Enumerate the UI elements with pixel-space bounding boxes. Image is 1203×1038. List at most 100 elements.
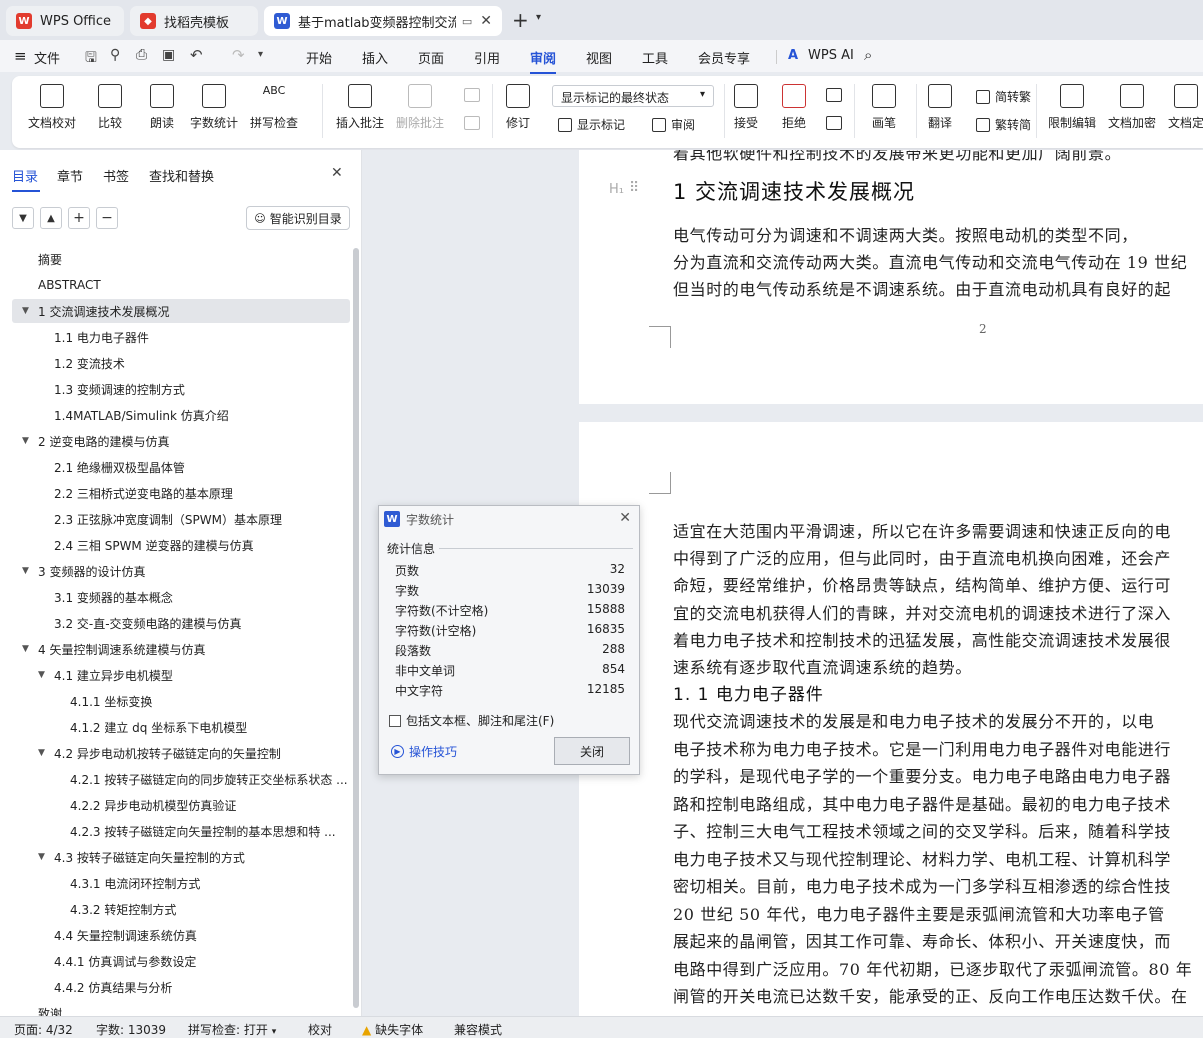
- toc-item[interactable]: 1.1 电力电子器件: [12, 325, 350, 349]
- close-icon[interactable]: ✕: [619, 510, 631, 526]
- expand-arrow-icon[interactable]: ▼: [38, 670, 52, 680]
- nav-tab-chapters[interactable]: 章节: [57, 166, 83, 185]
- tab-wps-office[interactable]: W WPS Office: [6, 6, 124, 36]
- prev-comment-icon[interactable]: [464, 88, 480, 102]
- undo-icon[interactable]: ↶: [190, 46, 203, 64]
- menu-wps-ai[interactable]: WPS AI: [808, 48, 854, 63]
- expand-arrow-icon[interactable]: ▼: [22, 436, 36, 446]
- toc-item[interactable]: 2.1 绝缘栅双极型晶体管: [12, 455, 350, 479]
- redo-icon[interactable]: ↷: [232, 46, 245, 64]
- expand-arrow-icon[interactable]: ▼: [38, 852, 52, 862]
- menu-home[interactable]: 开始: [306, 48, 332, 67]
- hamburger-icon[interactable]: ≡: [14, 47, 27, 65]
- accept-button[interactable]: 接受: [734, 84, 758, 131]
- word-count-button[interactable]: 字数统计: [190, 84, 238, 131]
- toc-item[interactable]: 2.4 三相 SPWM 逆变器的建模与仿真: [12, 533, 350, 557]
- toc-item[interactable]: 4.4 矢量控制调速系统仿真: [12, 923, 350, 947]
- add-heading-button[interactable]: +: [68, 207, 90, 229]
- word-count-indicator[interactable]: 字数: 13039: [96, 1021, 166, 1038]
- restrict-editing-button[interactable]: 限制编辑: [1048, 84, 1096, 131]
- heading-level-icon[interactable]: H₁: [609, 182, 624, 197]
- proofread-button[interactable]: 文档校对: [28, 84, 76, 131]
- proof-status[interactable]: 校对: [308, 1021, 332, 1038]
- toc-item[interactable]: ▼ 4.3 按转子磁链定向矢量控制的方式: [12, 845, 350, 869]
- nav-tab-bookmarks[interactable]: 书签: [103, 166, 129, 185]
- spell-check-status[interactable]: 拼写检查: 打开 ▾: [188, 1021, 276, 1038]
- save-icon[interactable]: 🖫: [85, 47, 97, 71]
- show-markup-button[interactable]: 显示标记: [558, 116, 625, 133]
- menu-page[interactable]: 页面: [418, 48, 444, 67]
- smart-toc-button[interactable]: ☺ 智能识别目录: [246, 206, 350, 230]
- toc-item[interactable]: 4.4.1 仿真调试与参数设定: [12, 949, 350, 973]
- page-indicator[interactable]: 页面: 4/32: [14, 1021, 73, 1038]
- share-icon[interactable]: ⚲: [110, 47, 120, 63]
- delete-comment-button[interactable]: 删除批注: [396, 84, 444, 131]
- chevron-down-icon[interactable]: ▾: [536, 12, 541, 23]
- spell-check-button[interactable]: ABC 拼写检查: [250, 84, 298, 131]
- toc-item[interactable]: 2.3 正弦脉冲宽度调制（SPWM）基本原理: [12, 507, 350, 531]
- menu-member[interactable]: 会员专享: [698, 48, 750, 67]
- drag-handle-icon[interactable]: ⠿: [629, 180, 639, 196]
- close-panel-icon[interactable]: ✕: [331, 165, 343, 181]
- tips-link[interactable]: ▶ 操作技巧: [391, 743, 457, 760]
- menu-tools[interactable]: 工具: [642, 48, 668, 67]
- print-icon[interactable]: ⎙: [136, 47, 147, 63]
- insert-comment-button[interactable]: 插入批注: [336, 84, 384, 131]
- menu-review[interactable]: 审阅: [530, 48, 557, 74]
- pen-button[interactable]: 画笔: [872, 84, 896, 131]
- prev-change-icon[interactable]: [826, 88, 842, 102]
- toc-item[interactable]: 4.2.1 按转子磁链定向的同步旋转正交坐标系状态 ...: [12, 767, 350, 791]
- close-tab-icon[interactable]: ✕: [480, 13, 492, 29]
- window-icon[interactable]: ▭: [462, 15, 472, 28]
- reject-button[interactable]: 拒绝: [782, 84, 806, 131]
- review-pane-button[interactable]: 审阅: [652, 116, 695, 133]
- next-comment-icon[interactable]: [464, 116, 480, 130]
- expand-arrow-icon[interactable]: ▼: [22, 566, 36, 576]
- toc-item[interactable]: ▼ 4.1 建立异步电机模型: [12, 663, 350, 687]
- collapse-all-button[interactable]: ▼: [12, 207, 34, 229]
- tab-document[interactable]: W 基于matlab变频器控制交流电 ▭ ✕: [264, 6, 502, 36]
- toc-item[interactable]: ▼ 3 变频器的设计仿真: [12, 559, 350, 583]
- missing-font-status[interactable]: ▲ 缺失字体: [362, 1021, 423, 1038]
- toc-item[interactable]: 3.2 交-直-交变频电路的建模与仿真: [12, 611, 350, 635]
- close-button[interactable]: 关闭: [554, 737, 630, 765]
- include-notes-checkbox[interactable]: 包括文本框、脚注和尾注(F): [389, 712, 554, 729]
- nav-tab-find-replace[interactable]: 查找和替换: [149, 166, 214, 185]
- toc-item[interactable]: 1.3 变频调速的控制方式: [12, 377, 350, 401]
- toc-item[interactable]: 3.1 变频器的基本概念: [12, 585, 350, 609]
- toc-item[interactable]: ▼ 1 交流调速技术发展概况: [12, 299, 350, 323]
- read-aloud-button[interactable]: 朗读: [150, 84, 174, 131]
- finalize-document-button[interactable]: 文档定: [1168, 84, 1203, 131]
- menu-view[interactable]: 视图: [586, 48, 612, 67]
- toc-item[interactable]: 4.1.2 建立 dq 坐标系下电机模型: [12, 715, 350, 739]
- trad-to-simp-button[interactable]: 繁转简: [976, 116, 1031, 133]
- tab-template[interactable]: ◆ 找稻壳模板: [130, 6, 258, 36]
- toc-item[interactable]: 4.3.2 转矩控制方式: [12, 897, 350, 921]
- print-preview-icon[interactable]: ▣: [162, 47, 175, 63]
- track-changes-button[interactable]: 修订: [506, 84, 530, 131]
- compare-button[interactable]: 比较: [98, 84, 122, 131]
- simp-to-trad-button[interactable]: 简转繁: [976, 88, 1031, 105]
- more-chevron-icon[interactable]: ▾: [258, 49, 263, 60]
- toc-item[interactable]: ABSTRACT: [12, 273, 350, 297]
- toc-item[interactable]: 4.4.2 仿真结果与分析: [12, 975, 350, 999]
- remove-heading-button[interactable]: −: [96, 207, 118, 229]
- nav-tab-toc[interactable]: 目录: [12, 166, 41, 192]
- next-change-icon[interactable]: [826, 116, 842, 130]
- checkbox-icon[interactable]: [389, 714, 401, 727]
- translate-button[interactable]: 翻译: [928, 84, 952, 131]
- toc-item[interactable]: 4.3.1 电流闭环控制方式: [12, 871, 350, 895]
- menu-file[interactable]: 文件: [34, 48, 60, 67]
- toc-item[interactable]: 4.1.1 坐标变换: [12, 689, 350, 713]
- toc-item[interactable]: ▼ 2 逆变电路的建模与仿真: [12, 429, 350, 453]
- menu-insert[interactable]: 插入: [362, 48, 388, 67]
- toc-item[interactable]: 1.2 变流技术: [12, 351, 350, 375]
- search-icon[interactable]: ⌕: [864, 46, 872, 64]
- toc-item[interactable]: ▼ 4 矢量控制调速系统建模与仿真: [12, 637, 350, 661]
- toc-item[interactable]: 1.4MATLAB/Simulink 仿真介绍: [12, 403, 350, 427]
- encrypt-document-button[interactable]: 文档加密: [1108, 84, 1156, 131]
- expand-arrow-icon[interactable]: ▼: [22, 306, 36, 316]
- menu-references[interactable]: 引用: [474, 48, 500, 67]
- toc-item[interactable]: ▼ 4.2 异步电动机按转子磁链定向的矢量控制: [12, 741, 350, 765]
- markup-mode-select[interactable]: 显示标记的最终状态 ▾: [552, 85, 714, 107]
